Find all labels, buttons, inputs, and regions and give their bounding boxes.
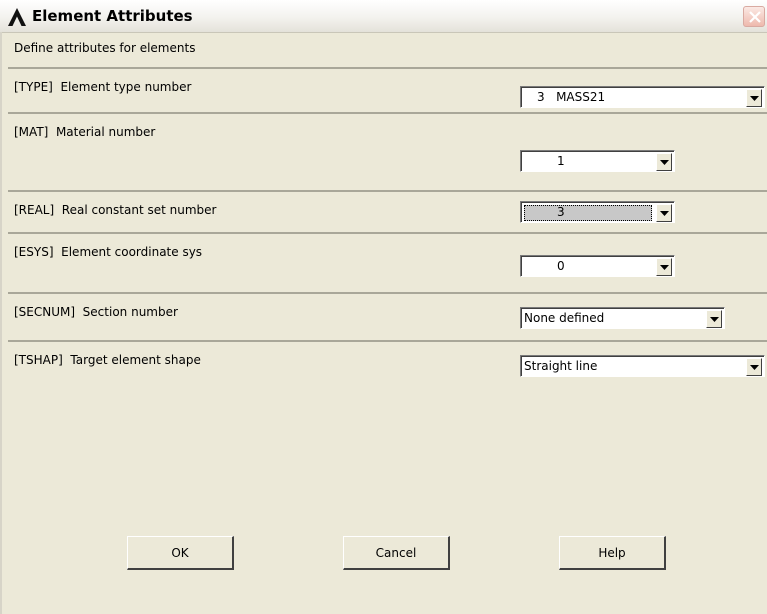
real-constant-select[interactable]: 3 [520,201,675,223]
mat-label: [MAT] Material number [14,125,156,139]
field-row-esys: [ESYS] Element coordinate sys 0 [8,234,767,294]
element-coordinate-value: 0 [557,259,565,273]
section-number-dropdown-button[interactable] [706,310,722,328]
target-shape-dropdown-button[interactable] [746,358,762,376]
chevron-down-icon [660,211,669,216]
tshap-label: [TSHAP] Target element shape [14,353,201,367]
field-row-mat: [MAT] Material number 1 [8,114,767,192]
dialog-left-edge [0,32,2,614]
section-number-value: None defined [524,311,605,325]
chevron-down-icon [750,96,759,101]
element-type-dropdown-button[interactable] [746,89,762,107]
section-number-select[interactable]: None defined [520,307,725,329]
material-number-dropdown-button[interactable] [656,153,672,171]
element-attributes-dialog: Element Attributes Define attributes for… [0,0,767,614]
field-row-tshap: [TSHAP] Target element shape Straight li… [8,342,767,612]
target-shape-value: Straight line [524,359,598,373]
target-shape-select[interactable]: Straight line [520,355,765,377]
chevron-down-icon [660,160,669,165]
element-coordinate-select[interactable]: 0 [520,255,675,277]
element-coordinate-dropdown-button[interactable] [656,258,672,276]
ok-button[interactable]: OK [127,536,234,570]
field-row-type: [TYPE] Element type number 3 MASS21 [8,69,767,114]
dialog-header-row: Define attributes for elements [8,32,767,69]
real-constant-focus [524,205,652,221]
chevron-down-icon [660,265,669,270]
close-button[interactable] [743,6,765,27]
dialog-description: Define attributes for elements [14,41,196,55]
type-label: [TYPE] Element type number [14,80,192,94]
chevron-down-icon [710,317,719,322]
material-number-value: 1 [557,154,565,168]
help-button[interactable]: Help [559,536,666,570]
cancel-button[interactable]: Cancel [343,536,450,570]
real-label: [REAL] Real constant set number [14,203,217,217]
element-type-select[interactable]: 3 MASS21 [520,86,765,108]
esys-label: [ESYS] Element coordinate sys [14,245,203,259]
chevron-down-icon [750,365,759,370]
real-constant-dropdown-button[interactable] [656,204,672,222]
secnum-label: [SECNUM] Section number [14,305,178,319]
field-row-real: [REAL] Real constant set number 3 [8,192,767,234]
element-type-value: 3 MASS21 [537,90,606,104]
field-row-secnum: [SECNUM] Section number None defined [8,294,767,342]
title-bar[interactable]: Element Attributes [0,0,767,33]
close-icon [749,11,761,23]
real-constant-value: 3 [557,205,565,219]
material-number-select[interactable]: 1 [520,150,675,172]
window-title: Element Attributes [32,7,193,25]
ansys-logo-icon [8,8,26,26]
